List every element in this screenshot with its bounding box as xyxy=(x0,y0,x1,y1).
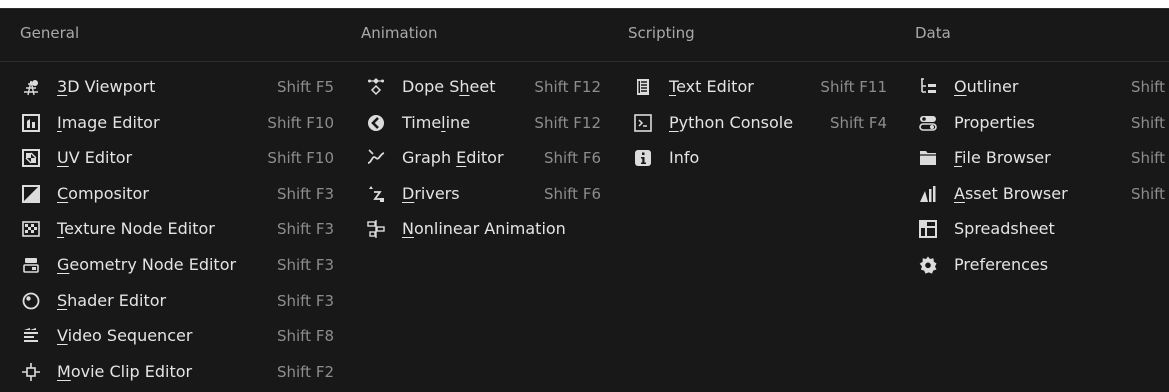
menu-item-label: Video Sequencer xyxy=(57,326,193,346)
header-scripting: Scripting xyxy=(628,24,695,42)
shortcut-label: Shift F3 xyxy=(276,291,334,310)
menu-item-label: Drivers xyxy=(402,183,460,203)
menu-item-label: Texture Node Editor xyxy=(57,219,215,239)
menu-item-label: Preferences xyxy=(954,254,1049,274)
shortcut-label: Shift F7 xyxy=(1130,113,1169,132)
image-editor-icon xyxy=(21,113,41,132)
shortcut-label: Shift F12 xyxy=(534,78,601,96)
menu-item-label: Compositor xyxy=(57,183,149,203)
menu-item-label: File Browser xyxy=(954,148,1051,168)
menu-item-label: UV Editor xyxy=(57,148,133,168)
menu-item-label: Python Console xyxy=(669,112,794,132)
menu-item-label: Dope Sheet xyxy=(402,77,496,96)
shortcut-label: Shift F2 xyxy=(276,362,334,381)
menu-item-label: Shader Editor xyxy=(57,290,167,310)
outliner-icon xyxy=(918,78,938,96)
menu-item-label: Timeline xyxy=(402,112,471,132)
shortcut-label: Shift F11 xyxy=(820,78,887,96)
file-browser-icon xyxy=(918,149,938,167)
shader-editor-icon xyxy=(21,292,41,310)
header-general: General xyxy=(20,24,80,42)
shortcut-label: Shift F6 xyxy=(543,184,601,203)
shortcut-label: Shift F3 xyxy=(276,184,334,203)
menu-item-label: Geometry Node Editor xyxy=(57,254,237,274)
menu-item-label: Spreadsheet xyxy=(954,219,1055,239)
spreadsheet-icon xyxy=(918,220,938,239)
menu-item-label: Graph Editor xyxy=(402,148,504,168)
shortcut-label: Shift F10 xyxy=(267,149,334,168)
preferences-icon xyxy=(918,256,938,274)
menu-item-label: Properties xyxy=(954,112,1035,132)
header-animation: Animation xyxy=(361,24,438,42)
movie-clip-icon xyxy=(21,362,41,381)
3d-viewport-icon xyxy=(21,78,41,96)
header-data: Data xyxy=(915,24,951,42)
compositor-icon xyxy=(21,184,41,203)
shortcut-label: Shift F1 xyxy=(1130,184,1169,203)
text-editor-icon xyxy=(633,78,653,96)
nonlinear-animation-icon xyxy=(366,220,386,239)
geometry-node-icon xyxy=(21,256,41,274)
graph-editor-icon xyxy=(366,149,386,167)
shortcut-label: Shift F1 xyxy=(1130,149,1169,168)
menu-item-label: Info xyxy=(669,148,700,168)
shortcut-label: Shift F6 xyxy=(543,149,601,168)
shortcut-label: Shift F3 xyxy=(276,220,334,239)
menu-item-label: Movie Clip Editor xyxy=(57,361,193,381)
python-console-icon xyxy=(633,113,653,132)
menu-item-label: Nonlinear Animation xyxy=(402,219,566,239)
shortcut-label: Shift F5 xyxy=(276,78,334,96)
shortcut-label: Shift F3 xyxy=(276,255,334,274)
shortcut-label: Shift F4 xyxy=(829,113,887,132)
shortcut-label: Shift F8 xyxy=(276,327,334,346)
properties-icon xyxy=(918,114,938,132)
menu-header: General Animation Scripting Data xyxy=(0,9,1169,62)
asset-browser-icon xyxy=(918,185,938,203)
menu-item-label: Asset Browser xyxy=(954,183,1068,203)
shortcut-label: Shift F12 xyxy=(534,113,601,132)
video-sequencer-icon xyxy=(21,327,41,345)
menu-item-label: Image Editor xyxy=(57,112,160,132)
menu-item-label: 3D Viewport xyxy=(57,77,156,96)
menu-item-label: Text Editor xyxy=(669,77,754,96)
shortcut-label: Shift F9 xyxy=(1130,78,1169,96)
menu-item-label: Outliner xyxy=(954,77,1019,96)
drivers-icon xyxy=(366,185,386,203)
uv-editor-icon xyxy=(21,149,41,168)
dope-sheet-icon xyxy=(366,78,386,96)
editor-type-menu: General Animation Scripting Data 3D View… xyxy=(0,8,1169,392)
info-icon xyxy=(633,149,653,167)
timeline-icon xyxy=(366,114,386,132)
shortcut-label: Shift F10 xyxy=(267,113,334,132)
texture-node-icon xyxy=(21,220,41,238)
